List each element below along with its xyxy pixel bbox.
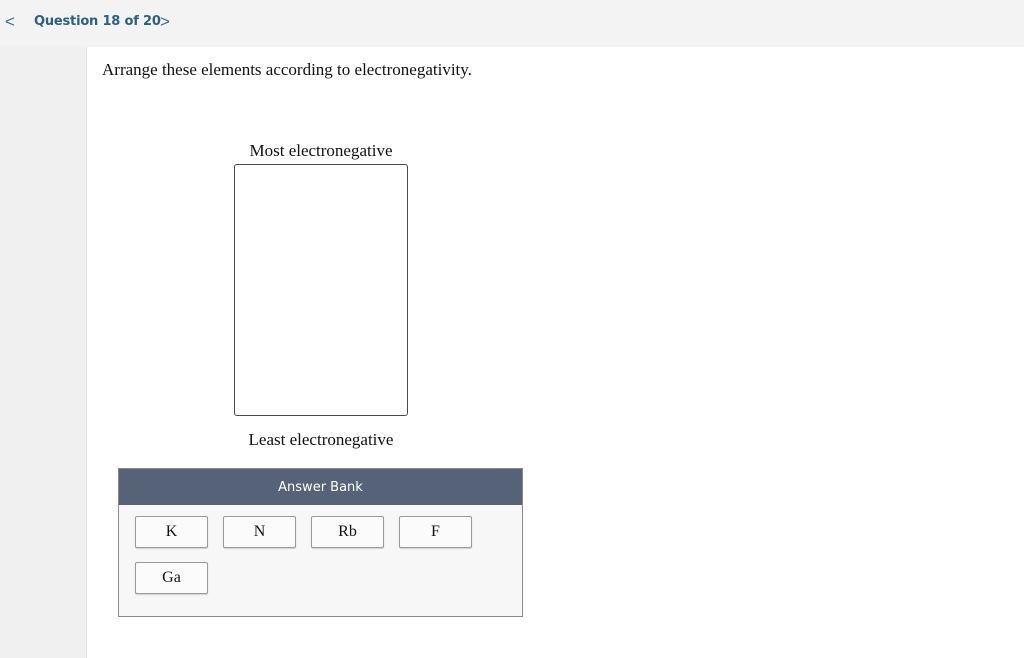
answer-bank-header: Answer Bank — [119, 469, 522, 505]
answer-bank: Answer Bank K N Rb F Ga — [118, 468, 523, 617]
question-panel: Arrange these elements according to elec… — [86, 47, 1024, 658]
answer-tile-n[interactable]: N — [223, 516, 296, 548]
answer-tile-ga[interactable]: Ga — [135, 562, 208, 594]
answer-tile-f[interactable]: F — [399, 516, 472, 548]
previous-question-chevron-left-icon[interactable]: < — [5, 12, 15, 32]
question-prompt: Arrange these elements according to elec… — [102, 60, 472, 79]
answer-tile-k[interactable]: K — [135, 516, 208, 548]
answer-tile-rb[interactable]: Rb — [311, 516, 384, 548]
most-electronegative-label: Most electronegative — [249, 141, 393, 160]
question-nav-bar: < Question 18 of 20 > — [0, 0, 1024, 46]
next-question-chevron-right-icon[interactable]: > — [160, 12, 170, 32]
ranking-drop-zone[interactable] — [234, 164, 408, 416]
least-electronegative-label: Least electronegative — [248, 430, 394, 449]
question-counter: Question 18 of 20 — [34, 14, 161, 29]
